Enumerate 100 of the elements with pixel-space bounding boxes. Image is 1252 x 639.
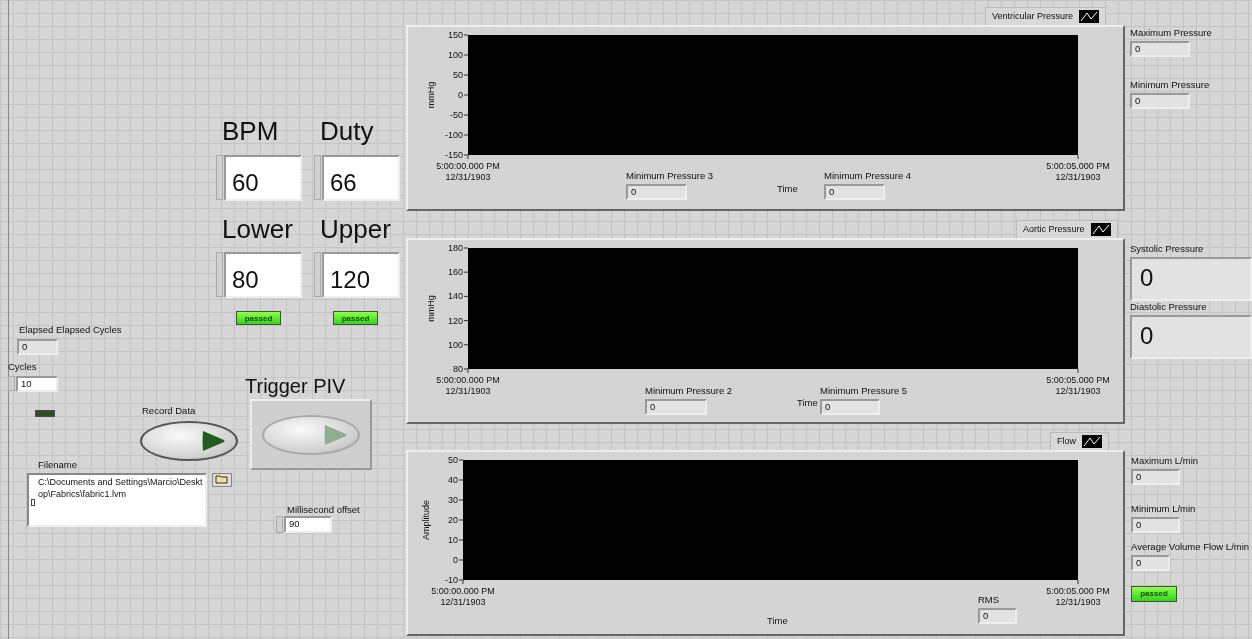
x-tick: 5:00:05.000 PM 12/31/1903: [1046, 579, 1110, 607]
indicator-field: 0: [17, 339, 58, 355]
indicator-field: 0: [1130, 315, 1252, 359]
y-tick: 100: [447, 50, 469, 60]
y-tick-label: 150: [447, 30, 463, 40]
field-label: Millisecond offset: [287, 505, 360, 516]
axis-label: mmHg: [426, 81, 436, 109]
field-label: Minimum Pressure: [1130, 80, 1210, 91]
y-tick: 20: [448, 515, 464, 525]
indicator-field: 0: [645, 399, 707, 415]
control-label: Upper: [320, 216, 391, 242]
y-tick-label: 40: [447, 475, 458, 485]
y-tick-label: -100: [444, 130, 463, 140]
indicator-field: 0: [1130, 93, 1190, 109]
indicator-field: 0: [1131, 517, 1180, 533]
x-tick: 5:00:05.000 PM 12/31/1903: [1046, 154, 1110, 182]
record-button[interactable]: [140, 421, 238, 461]
x-tick: 5:00:05.000 PM 12/31/1903: [1046, 368, 1110, 396]
y-tick: 120: [447, 315, 469, 326]
y-tick: -100: [445, 130, 469, 140]
y-tick: 100: [447, 339, 469, 350]
axis-label: Amplitude: [421, 500, 431, 540]
path-icon: [31, 499, 35, 506]
y-tick: 150: [447, 30, 469, 40]
y-tick-label: 100: [447, 339, 463, 350]
y-tick-label: 0: [452, 555, 458, 565]
x-tick-label: 5:00:00.000 PM 12/31/1903: [436, 375, 500, 396]
y-tick-label: 160: [447, 267, 463, 278]
field-label: Average Volume Flow L/min: [1131, 542, 1250, 553]
y-tick-label: 30: [447, 495, 458, 505]
indicator-field: 0: [1130, 257, 1252, 301]
y-tick-label: 80: [452, 364, 463, 374]
indicator-field: 0: [1131, 469, 1180, 485]
legend-label: Aortic Pressure: [1023, 223, 1085, 236]
status-led: passed: [1131, 586, 1177, 602]
numeric-field[interactable]: 90: [284, 516, 332, 533]
plot-legend[interactable]: Flow: [1050, 432, 1109, 452]
y-tick: -50: [450, 110, 469, 120]
numeric-field[interactable]: 10: [16, 376, 58, 392]
y-tick: 180: [447, 243, 469, 253]
y-tick-label: -50: [449, 110, 463, 120]
path-text: C:\Documents and Settings\Marcio\Desktop\Fabrics\fabric1.lvm: [38, 476, 203, 500]
browse-button[interactable]: [212, 473, 232, 487]
y-tick: 50: [448, 455, 464, 465]
y-tick: 10: [448, 535, 464, 545]
field-label: Cycles: [8, 362, 37, 373]
y-tick-label: 10: [447, 535, 458, 545]
spin-buttons[interactable]: [8, 376, 15, 391]
y-tick-label: 100: [447, 50, 463, 60]
play-icon: [200, 429, 226, 453]
legend-label: Ventricular Pressure: [992, 10, 1074, 23]
field-label: Systolic Pressure: [1130, 244, 1204, 255]
plot-legend[interactable]: Ventricular Pressure: [985, 7, 1107, 27]
field-label: RMS: [978, 595, 1000, 606]
y-tick-label: 50: [447, 455, 458, 465]
y-tick-label: 20: [447, 515, 458, 525]
numeric-field[interactable]: 66: [322, 155, 400, 201]
line-icon: [1082, 435, 1102, 449]
indicator-field: 0: [978, 608, 1017, 624]
numeric-field[interactable]: 80: [224, 252, 302, 298]
field-label: Minimum L/min: [1131, 504, 1196, 515]
axis-label: Time: [767, 616, 788, 627]
y-tick-label: 120: [447, 315, 463, 326]
indicator-field: 0: [1130, 41, 1190, 57]
spin-buttons[interactable]: [276, 516, 283, 533]
plot-legend[interactable]: Aortic Pressure: [1016, 220, 1118, 240]
axis-label: mmHg: [426, 295, 436, 322]
spin-buttons[interactable]: [314, 155, 321, 200]
x-tick-label: 5:00:05.000 PM 12/31/1903: [1046, 375, 1110, 396]
indicator-field: 0: [1131, 555, 1170, 571]
numeric-field[interactable]: 120: [322, 252, 400, 298]
status-led: passed: [236, 311, 281, 325]
indicator-field: 0: [824, 184, 885, 200]
control-label: Duty: [320, 118, 374, 144]
status-led: passed: [333, 311, 378, 325]
spin-buttons[interactable]: [216, 155, 223, 200]
x-tick-label: 5:00:00.000 PM 12/31/1903: [436, 161, 500, 182]
field-label: Minimum Pressure 2: [645, 386, 733, 397]
x-tick-label: 5:00:05.000 PM 12/31/1903: [1046, 161, 1110, 182]
numeric-field[interactable]: 60: [224, 155, 302, 201]
y-tick-label: -150: [444, 150, 463, 160]
y-tick: -10: [445, 575, 464, 585]
control-label: Lower: [222, 216, 293, 242]
y-tick: 40: [448, 475, 464, 485]
field-label: Filename: [38, 460, 78, 471]
field-label: Maximum Pressure: [1130, 28, 1212, 39]
y-tick-label: 0: [457, 90, 463, 100]
x-tick-label: 5:00:05.000 PM 12/31/1903: [1046, 586, 1110, 607]
spin-buttons[interactable]: [216, 252, 223, 297]
axis-label: Time: [777, 184, 798, 195]
spin-buttons[interactable]: [314, 252, 321, 297]
field-label: Diastolic Pressure: [1130, 302, 1207, 313]
field-label: Minimum Pressure 3: [626, 171, 714, 182]
x-tick-label: 5:00:00.000 PM 12/31/1903: [431, 586, 495, 607]
y-tick: 140: [447, 291, 469, 302]
control-label: BPM: [222, 118, 279, 144]
field-label: Maximum L/min: [1131, 456, 1199, 467]
path-field[interactable]: C:\Documents and Settings\Marcio\Desktop\Fabrics\fabric1.lvm: [27, 473, 207, 527]
y-tick-label: 140: [447, 291, 463, 302]
indicator-field: 0: [626, 184, 687, 200]
